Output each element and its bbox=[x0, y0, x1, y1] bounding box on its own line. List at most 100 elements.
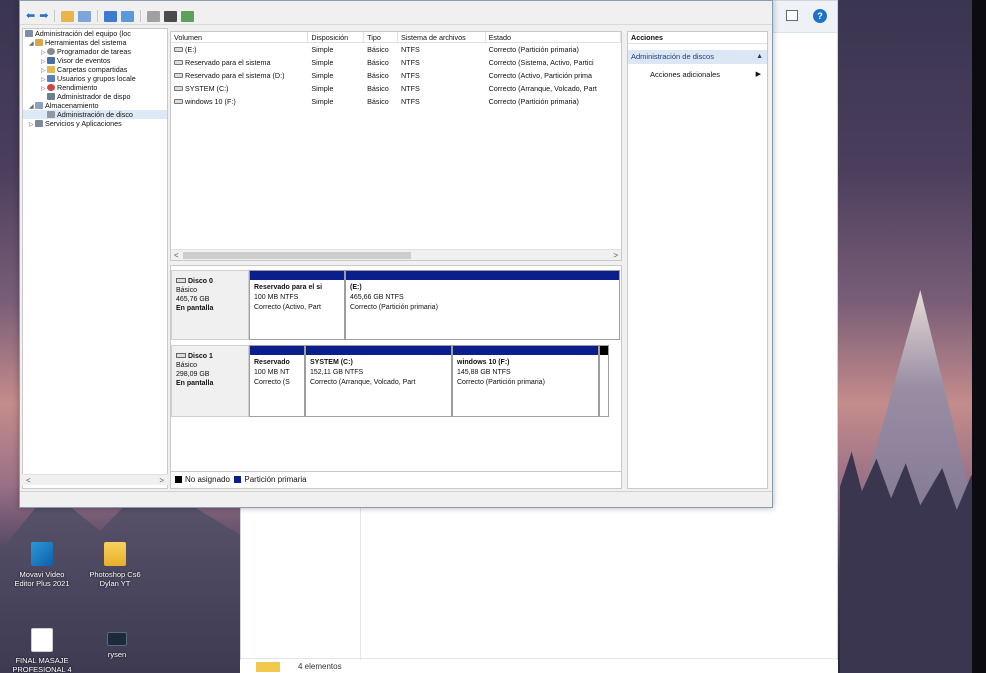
disk-name: Disco 0 bbox=[188, 278, 213, 285]
app-icon bbox=[107, 632, 127, 646]
volume-status: Correcto (Partición primaria) bbox=[488, 97, 579, 106]
desktop-icon-photoshop[interactable]: Photoshop Cs6 Dylan YT bbox=[80, 542, 150, 588]
help-topics-icon[interactable] bbox=[147, 10, 161, 22]
volume-status: Correcto (Activo, Partición prima bbox=[488, 71, 593, 80]
column-header-type[interactable]: Tipo bbox=[364, 32, 398, 42]
tree-item-shared-folders[interactable]: ▷ Carpetas compartidas bbox=[23, 65, 167, 74]
tree-item-disk-management[interactable]: Administración de disco bbox=[23, 110, 167, 119]
volume-row[interactable]: (E:) Simple Básico NTFS Correcto (Partic… bbox=[171, 43, 621, 56]
screen-edge bbox=[972, 0, 986, 673]
partition-bar bbox=[346, 271, 619, 280]
volume-icon bbox=[174, 60, 183, 65]
disk-label[interactable]: Disco 0 Básico 465,76 GB En pantalla bbox=[171, 270, 249, 340]
show-hide-tree-icon[interactable] bbox=[78, 10, 92, 22]
volume-layout: Simple bbox=[311, 84, 334, 93]
tree-item-local-users[interactable]: ▷ Usuarios y grupos locale bbox=[23, 74, 167, 83]
submenu-arrow-icon: ▶ bbox=[755, 71, 761, 78]
volume-layout: Simple bbox=[311, 71, 334, 80]
computer-management-window[interactable]: ⬅ ➡ Administración del equipo (loc ◢ Herr… bbox=[19, 0, 773, 508]
disk-graphical-view[interactable]: Disco 0 Básico 465,76 GB En pantalla Res… bbox=[170, 265, 622, 489]
partition-status: Correcto (S bbox=[254, 379, 290, 386]
event-viewer-icon bbox=[47, 57, 55, 64]
explorer-status-text: 4 elementos bbox=[240, 660, 838, 673]
properties-icon[interactable] bbox=[104, 10, 118, 22]
more-actions-item[interactable]: Acciones adicionales ▶ bbox=[628, 68, 767, 81]
disk-label[interactable]: Disco 1 Básico 298,09 GB En pantalla bbox=[171, 345, 249, 417]
unallocated-bar bbox=[600, 346, 608, 355]
actions-title: Acciones bbox=[628, 32, 767, 44]
volume-status: Correcto (Partición primaria) bbox=[488, 45, 579, 54]
tree-item-storage[interactable]: ◢ Almacenamiento bbox=[23, 101, 167, 110]
tree-item-event-viewer[interactable]: ▷ Visor de eventos bbox=[23, 56, 167, 65]
desktop-icon-final-masaje[interactable]: FINAL MASAJE PROFESIONAL 4 bbox=[7, 628, 77, 673]
volume-row[interactable]: windows 10 (F:) Simple Básico NTFS Corre… bbox=[171, 95, 621, 108]
volume-type: Básico bbox=[367, 84, 389, 93]
console-tree[interactable]: Administración del equipo (loc ◢ Herramie… bbox=[22, 28, 168, 489]
menu-bar bbox=[20, 1, 772, 8]
item-count: 4 elementos bbox=[298, 662, 342, 671]
tree-item-computer-management[interactable]: Administración del equipo (loc bbox=[23, 29, 167, 38]
scroll-left-icon[interactable]: < bbox=[174, 250, 179, 260]
volume-filesystem: NTFS bbox=[400, 71, 420, 80]
volume-icon bbox=[174, 99, 183, 104]
volume-list[interactable]: Volumen Disposición Tipo Sistema de arch… bbox=[170, 31, 622, 261]
volume-name: (E:) bbox=[185, 45, 197, 54]
partition-status: Correcto (Partición primaria) bbox=[350, 304, 438, 311]
back-arrow-icon[interactable]: ⬅ bbox=[26, 10, 35, 22]
partition-size: 145,88 GB NTFS bbox=[457, 369, 511, 376]
volume-row[interactable]: Reservado para el sistema (D:) Simple Bá… bbox=[171, 69, 621, 82]
partition-name: SYSTEM (C:) bbox=[310, 359, 353, 366]
desktop-icon-label: rysen bbox=[107, 650, 127, 659]
column-header-volume[interactable]: Volumen bbox=[171, 32, 309, 42]
volume-filesystem: NTFS bbox=[400, 97, 420, 106]
actions-section-header[interactable]: Administración de discos ▲ bbox=[628, 50, 767, 64]
partition-block[interactable]: Reservado 100 MB NT Correcto (S bbox=[249, 345, 305, 417]
volume-status: Correcto (Sistema, Activo, Partici bbox=[488, 58, 594, 67]
scroll-right-icon[interactable]: > bbox=[613, 250, 618, 260]
volume-row[interactable]: SYSTEM (C:) Simple Básico NTFS Correcto … bbox=[171, 82, 621, 95]
partition-status: Correcto (Partición primaria) bbox=[457, 379, 545, 386]
help-icon[interactable]: ? bbox=[813, 9, 827, 23]
column-header-filesystem[interactable]: Sistema de archivos bbox=[398, 32, 486, 42]
partition-block[interactable]: SYSTEM (C:) 152,11 GB NTFS Correcto (Arr… bbox=[305, 345, 452, 417]
volume-layout: Simple bbox=[311, 97, 334, 106]
disk-row-0[interactable]: Disco 0 Básico 465,76 GB En pantalla Res… bbox=[171, 270, 621, 340]
tree-item-performance[interactable]: ▷ Rendimiento bbox=[23, 83, 167, 92]
forward-arrow-icon[interactable]: ➡ bbox=[39, 10, 48, 22]
tree-item-services[interactable]: ▷ Servicios y Aplicaciones bbox=[23, 119, 167, 128]
disk-icon[interactable] bbox=[181, 10, 195, 22]
collapse-up-icon[interactable]: ▲ bbox=[756, 50, 763, 64]
actions-pane[interactable]: Acciones Administración de discos ▲ Acci… bbox=[627, 31, 768, 489]
legend-primary: Partición primaria bbox=[244, 475, 307, 484]
actions-section-label: Administración de discos bbox=[631, 52, 714, 61]
scroll-left-icon[interactable]: < bbox=[26, 475, 31, 486]
movavi-icon bbox=[31, 542, 53, 566]
tree-item-task-scheduler[interactable]: ▷ Programador de tareas bbox=[23, 47, 167, 56]
clock-icon bbox=[47, 48, 55, 55]
desktop-icon-rysen[interactable]: rysen bbox=[82, 632, 152, 659]
volume-row[interactable]: Reservado para el sistema Simple Básico … bbox=[171, 56, 621, 69]
volume-list-header: Volumen Disposición Tipo Sistema de arch… bbox=[171, 32, 621, 43]
unallocated-block[interactable] bbox=[599, 345, 609, 417]
up-folder-icon[interactable] bbox=[61, 10, 75, 22]
tree-item-device-manager[interactable]: Administrador de dispo bbox=[23, 92, 167, 101]
desktop-icon-label: Movavi Video bbox=[19, 570, 65, 579]
partition-block[interactable]: Reservado para el si 100 MB NTFS Correct… bbox=[249, 270, 345, 340]
scrollbar-thumb[interactable] bbox=[183, 252, 411, 259]
tree-item-system-tools[interactable]: ◢ Herramientas del sistema bbox=[23, 38, 167, 47]
layout-icon[interactable] bbox=[786, 10, 798, 21]
toolbar-separator bbox=[97, 10, 99, 22]
view-icon[interactable] bbox=[121, 10, 135, 22]
volume-icon bbox=[174, 86, 183, 91]
column-header-layout[interactable]: Disposición bbox=[308, 32, 365, 42]
tree-horizontal-scrollbar[interactable]: < > bbox=[22, 474, 168, 485]
partition-block[interactable]: (E:) 465,66 GB NTFS Correcto (Partición … bbox=[345, 270, 620, 340]
volume-list-horizontal-scrollbar[interactable]: < > bbox=[171, 249, 621, 260]
column-header-status[interactable]: Estado bbox=[486, 32, 621, 42]
scroll-right-icon[interactable]: > bbox=[159, 475, 164, 486]
disk-row-1[interactable]: Disco 1 Básico 298,09 GB En pantalla Res… bbox=[171, 345, 621, 417]
volume-filesystem: NTFS bbox=[400, 45, 420, 54]
console-icon[interactable] bbox=[164, 10, 178, 22]
partition-block[interactable]: windows 10 (F:) 145,88 GB NTFS Correcto … bbox=[452, 345, 599, 417]
desktop-icon-movavi[interactable]: Movavi Video Editor Plus 2021 bbox=[7, 542, 77, 588]
